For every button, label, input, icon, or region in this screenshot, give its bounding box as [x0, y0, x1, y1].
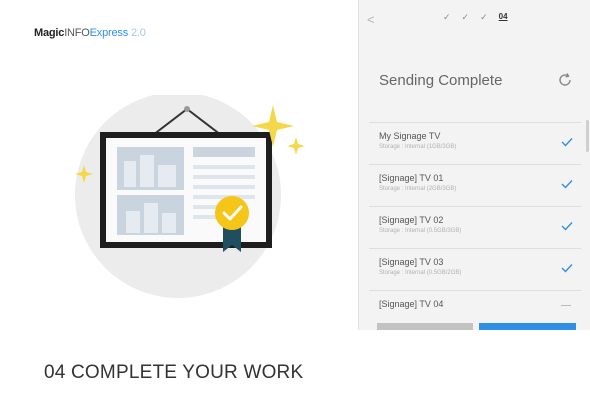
step-2-check: ✓	[461, 12, 470, 22]
panel-title: Sending Complete	[379, 72, 503, 89]
badge-check-icon	[215, 196, 249, 230]
device-item[interactable]: [Signage] TV 01 Storage : Internal (2GB/…	[369, 165, 581, 207]
device-storage: Storage : Internal (0.5GB/3GB)	[379, 228, 462, 234]
illustration-panel: MagicINFOExpress 2.0	[0, 0, 358, 330]
device-name: [Signage] TV 03	[379, 257, 444, 267]
check-icon	[561, 180, 573, 189]
app-window: MagicINFOExpress 2.0 < ✓ ✓ ✓ 04 Sending …	[0, 0, 590, 330]
brand-logo: MagicINFOExpress 2.0	[34, 27, 146, 39]
check-icon	[561, 222, 573, 231]
device-name: [Signage] TV 02	[379, 215, 444, 225]
check-icon	[561, 264, 573, 273]
sparkle-icon	[287, 137, 305, 155]
sending-panel: < ✓ ✓ ✓ 04 Sending Complete My Signage T…	[358, 0, 590, 330]
refresh-icon[interactable]	[557, 72, 573, 88]
device-storage: Storage : Internal (2GB/3GB)	[379, 186, 457, 192]
device-item[interactable]: [Signage] TV 03 Storage : Internal (0.5G…	[369, 249, 581, 291]
device-item[interactable]: [Signage] TV 02 Storage : Internal (0.5G…	[369, 207, 581, 249]
pending-icon	[561, 305, 571, 312]
step-indicator: ✓ ✓ ✓ 04	[443, 12, 508, 23]
device-item[interactable]: [Signage] TV 04	[369, 291, 581, 312]
list-scrollbar[interactable]	[586, 120, 589, 152]
device-list: My Signage TV Storage : Internal (1GB/3G…	[369, 122, 581, 312]
step-1-check: ✓	[443, 12, 451, 22]
device-storage: Storage : Internal (1GB/3GB)	[379, 144, 457, 150]
device-item[interactable]: My Signage TV Storage : Internal (1GB/3G…	[369, 123, 581, 165]
device-name: [Signage] TV 04	[379, 299, 444, 309]
step-4-current: 04	[498, 12, 508, 21]
primary-button[interactable]	[479, 323, 576, 330]
device-name: [Signage] TV 01	[379, 173, 444, 183]
completion-illustration	[75, 95, 305, 298]
check-icon	[561, 138, 573, 147]
secondary-button[interactable]	[377, 323, 473, 330]
chevron-left-icon[interactable]: <	[367, 12, 375, 27]
step-caption: 04 COMPLETE YOUR WORK	[44, 362, 304, 383]
step-3-check: ✓	[480, 12, 488, 22]
device-storage: Storage : Internal (0.5GB/2GB)	[379, 270, 462, 276]
device-name: My Signage TV	[379, 131, 441, 141]
